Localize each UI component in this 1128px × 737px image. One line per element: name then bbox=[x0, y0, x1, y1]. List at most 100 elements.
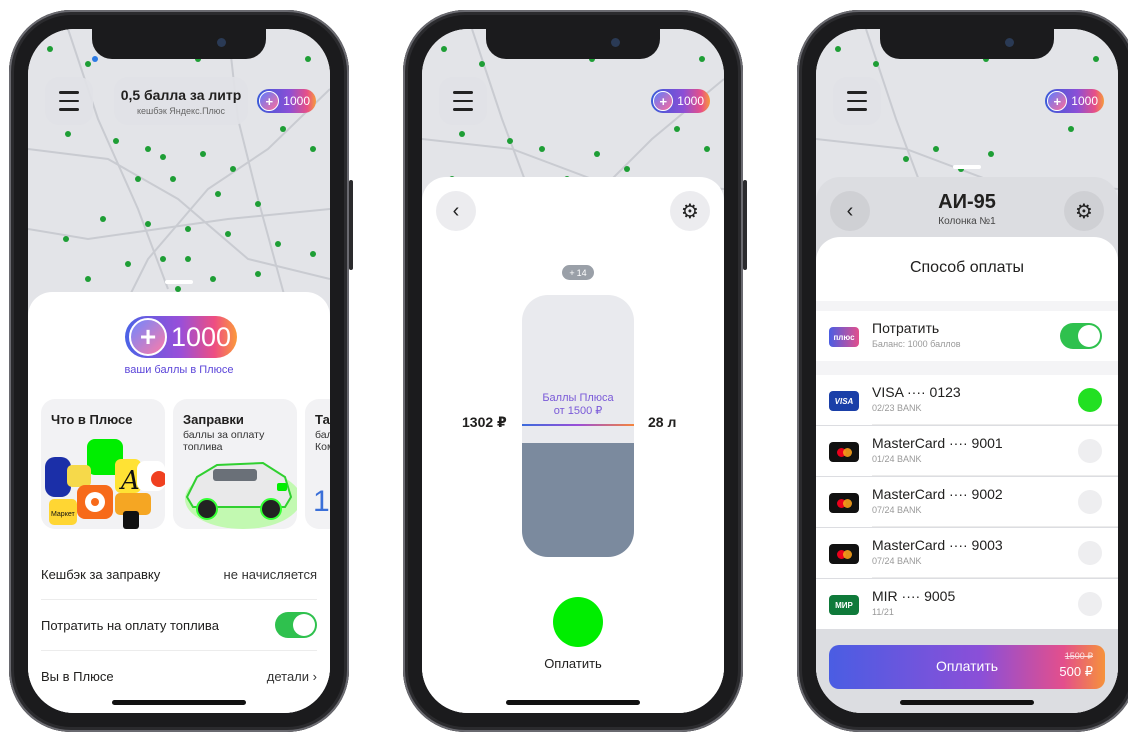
back-button[interactable]: ‹ bbox=[436, 191, 476, 231]
payment-method-title: Способ оплаты bbox=[909, 259, 1025, 276]
card-name: MasterCard ···· 9002 bbox=[872, 486, 1003, 502]
screen-2: + 1000 ‹ ⚙ +14 Баллы Плюса от 1500 ₽ 130… bbox=[422, 29, 724, 713]
row-label: Кешбэк за заправку bbox=[41, 566, 161, 582]
radio-unselected[interactable] bbox=[1078, 490, 1102, 514]
market-label: Маркет bbox=[51, 511, 75, 518]
fuel-amount-slider[interactable] bbox=[522, 295, 634, 557]
card-refueling[interactable]: Заправки баллы за оплату топлива bbox=[173, 399, 297, 529]
plus-balance-value: 1000 bbox=[677, 94, 704, 108]
gear-icon: ⚙ bbox=[681, 200, 699, 223]
plus-balance-badge[interactable]: + 1000 bbox=[651, 89, 710, 113]
spend-on-fuel-row[interactable]: Потратить на оплату топлива bbox=[41, 600, 317, 651]
payment-method-row[interactable]: MasterCard ···· 9001 01/24 BANK bbox=[816, 426, 1118, 476]
sheet-grabber[interactable] bbox=[165, 280, 193, 284]
notch bbox=[880, 29, 1054, 59]
spend-toggle[interactable] bbox=[275, 612, 317, 638]
plus-icon: + bbox=[259, 91, 280, 111]
pay-button[interactable] bbox=[553, 597, 603, 647]
plus-caption: ваши баллы в Плюсе bbox=[124, 364, 234, 376]
row-value: не начисляется bbox=[223, 566, 317, 582]
menu-icon bbox=[453, 88, 473, 114]
plus-details-row[interactable]: Вы в Плюсе детали › bbox=[41, 651, 317, 701]
home-indicator bbox=[112, 700, 246, 705]
visa-icon: VISA bbox=[829, 391, 859, 411]
spend-points-row[interactable]: плюс Потратить Баланс: 1000 баллов bbox=[816, 311, 1118, 361]
card-number: 10 bbox=[313, 485, 330, 518]
phone-frame-1: 0,5 балла за литр кешбэк Яндекс.Плюс + 1… bbox=[9, 10, 353, 732]
price-new: 500 ₽ bbox=[1059, 664, 1093, 679]
row-label: Потратить на оплату топлива bbox=[41, 617, 219, 633]
spend-label: Потратить bbox=[872, 320, 940, 336]
payment-method-row[interactable]: VISA VISA ···· 0123 02/23 BANK bbox=[816, 375, 1118, 425]
amount-liters: 28 л bbox=[648, 414, 677, 430]
menu-icon bbox=[847, 88, 867, 114]
card-name: MIR ···· 9005 bbox=[872, 588, 956, 604]
cashback-info[interactable]: 0,5 балла за литр кешбэк Яндекс.Плюс bbox=[114, 77, 248, 125]
spend-balance: Баланс: 1000 баллов bbox=[872, 339, 961, 349]
map-roads bbox=[28, 29, 330, 320]
radio-unselected[interactable] bbox=[1078, 592, 1102, 616]
plus-balance-value: 1000 bbox=[1071, 94, 1098, 108]
sheet-grabber[interactable] bbox=[953, 165, 981, 169]
home-indicator bbox=[506, 700, 640, 705]
menu-icon bbox=[59, 88, 79, 114]
car-illustration bbox=[185, 461, 297, 529]
mastercard-icon bbox=[829, 544, 859, 564]
radio-selected[interactable] bbox=[1078, 388, 1102, 412]
svg-text:A: A bbox=[119, 466, 140, 496]
threshold-line bbox=[522, 424, 634, 426]
card-details: 07/24 BANK bbox=[872, 505, 922, 515]
screen-3: + 1000 ‹ ⚙ АИ-95 Колонка №1 Способ оплат… bbox=[816, 29, 1118, 713]
card-other[interactable]: Так бал Ком 10 bbox=[305, 399, 330, 529]
screen-1: 0,5 балла за литр кешбэк Яндекс.Плюс + 1… bbox=[28, 29, 330, 713]
details-link[interactable]: детали bbox=[267, 669, 309, 684]
card-title: Так bbox=[315, 412, 330, 427]
payment-method-row[interactable]: MasterCard ···· 9003 07/24 BANK bbox=[816, 528, 1118, 578]
card-what-in-plus[interactable]: Что в Плюсе A Маркет bbox=[41, 399, 165, 529]
mastercard-icon bbox=[829, 442, 859, 462]
payment-method-row[interactable]: MasterCard ···· 9002 07/24 BANK bbox=[816, 477, 1118, 527]
amount-rub: 1302 ₽ bbox=[462, 414, 507, 430]
menu-button[interactable] bbox=[833, 77, 881, 125]
cashback-title: 0,5 балла за литр bbox=[120, 86, 242, 103]
tank-label-plus: Баллы Плюса bbox=[542, 392, 614, 404]
row-label: Вы в Плюсе bbox=[41, 668, 114, 684]
card-name: MasterCard ···· 9003 bbox=[872, 537, 1003, 553]
phone-frame-2: + 1000 ‹ ⚙ +14 Баллы Плюса от 1500 ₽ 130… bbox=[403, 10, 747, 732]
services-illustration: A Маркет bbox=[45, 439, 165, 529]
plus-balance-value: 1000 bbox=[283, 94, 310, 108]
plus-icon: + bbox=[569, 267, 575, 278]
card-details: 07/24 BANK bbox=[872, 556, 922, 566]
phone-frame-3: + 1000 ‹ ⚙ АИ-95 Колонка №1 Способ оплат… bbox=[797, 10, 1128, 732]
plus-card-icon: плюс bbox=[829, 327, 859, 347]
settings-button[interactable]: ⚙ bbox=[670, 191, 710, 231]
card-details: 11/21 bbox=[872, 607, 894, 617]
menu-button[interactable] bbox=[439, 77, 487, 125]
cashback-row[interactable]: Кешбэк за заправку не начисляется bbox=[41, 549, 317, 600]
card-details: 01/24 BANK bbox=[872, 454, 922, 464]
plus-balance-badge[interactable]: + 1000 bbox=[1045, 89, 1104, 113]
points-badge-value: 14 bbox=[576, 267, 587, 278]
mastercard-icon bbox=[829, 493, 859, 513]
plus-icon: + bbox=[129, 318, 167, 356]
plus-balance-badge[interactable]: + 1000 bbox=[257, 89, 316, 113]
cashback-subtitle: кешбэк Яндекс.Плюс bbox=[136, 105, 226, 116]
notch bbox=[486, 29, 660, 59]
plus-big-badge: + 1000 bbox=[125, 316, 237, 358]
fuel-fill bbox=[522, 443, 634, 557]
chevron-right-icon: › bbox=[312, 668, 317, 684]
card-name: VISA ···· 0123 bbox=[872, 384, 961, 400]
radio-unselected[interactable] bbox=[1078, 439, 1102, 463]
home-indicator bbox=[900, 700, 1034, 705]
pay-button[interactable]: Оплатить 1500 ₽ 500 ₽ bbox=[829, 645, 1105, 689]
card-details: 02/23 BANK bbox=[872, 403, 922, 413]
radio-unselected[interactable] bbox=[1078, 541, 1102, 565]
menu-button[interactable] bbox=[45, 77, 93, 125]
plus-icon: + bbox=[1047, 91, 1068, 111]
fuel-title: АИ-95 bbox=[938, 191, 996, 213]
divider bbox=[816, 301, 1118, 311]
chevron-left-icon: ‹ bbox=[452, 199, 460, 222]
spend-toggle[interactable] bbox=[1060, 323, 1102, 349]
pay-label: Оплатить bbox=[544, 656, 602, 671]
payment-method-row[interactable]: МИР MIR ···· 9005 11/21 bbox=[816, 579, 1118, 629]
